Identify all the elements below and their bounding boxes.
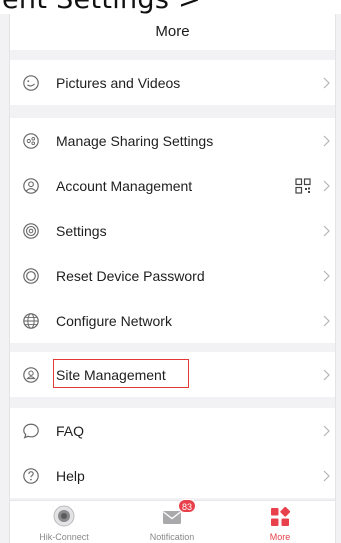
tab-label: Hik-Connect [39,532,89,542]
notification-count-badge: 83 [178,499,197,513]
reset-icon [23,267,39,284]
page-title: More [155,23,190,40]
chat-bubble-icon [23,423,39,439]
tab-more[interactable]: More [226,501,334,543]
smiley-icon [23,74,39,91]
menu-item-faq[interactable]: FAQ [10,408,335,453]
share-icon [23,132,39,149]
site-icon [23,366,39,383]
menu-label-settings: Settings [56,222,107,239]
menu-label-manage-sharing: Manage Sharing Settings [56,132,214,149]
chevron-right-icon [323,225,330,236]
menu-label-help: Help [56,467,85,484]
menu-label-configure-network: Configure Network [56,312,172,329]
menu-label-account-management: Account Management [56,177,193,194]
menu-label-pictures-videos: Pictures and Videos [56,74,181,91]
qr-code-icon[interactable] [295,177,311,194]
section-support: FAQ Help [10,408,335,498]
grid-icon [271,507,290,526]
section-site: Site Management [10,352,335,397]
menu-item-site-management[interactable]: Site Management [10,352,335,397]
menu-label-reset-password: Reset Device Password [56,267,205,284]
menu-item-reset-password[interactable]: Reset Device Password [10,253,335,298]
chevron-right-icon [323,77,330,88]
caption-text: ent Settings > [2,0,201,14]
app-screen: More Pictures and Videos Manage Sharing [9,14,336,543]
user-icon [23,177,39,194]
menu-label-faq: FAQ [56,422,85,439]
camera-icon [53,505,75,527]
chevron-right-icon [323,180,330,191]
chevron-right-icon [323,270,330,281]
chevron-right-icon [323,369,330,380]
tab-notification[interactable]: 83 Notification [118,499,226,543]
section-media: Pictures and Videos [10,60,335,105]
chevron-right-icon [323,470,330,481]
globe-icon [23,312,39,329]
highlight-annotation-box [53,359,189,388]
menu-item-account-management[interactable]: Account Management [10,163,335,208]
tab-label: More [269,532,291,542]
chevron-right-icon [323,425,330,436]
question-icon [23,467,39,484]
menu-item-settings[interactable]: Settings [10,208,335,253]
bottom-tab-bar: Hik-Connect 83 Notification More [10,499,335,543]
section-account: Manage Sharing Settings Account Manageme… [10,118,335,343]
caption-strip: ent Settings > [0,0,341,14]
page-header: More [10,14,335,50]
chevron-right-icon [323,135,330,146]
tab-label: Notification [149,532,195,542]
menu-item-configure-network[interactable]: Configure Network [10,298,335,343]
menu-item-help[interactable]: Help [10,453,335,498]
menu-item-pictures-videos[interactable]: Pictures and Videos [10,60,335,105]
chevron-right-icon [323,315,330,326]
tab-hik-connect[interactable]: Hik-Connect [10,501,118,543]
settings-icon [23,222,39,239]
menu-item-manage-sharing[interactable]: Manage Sharing Settings [10,118,335,163]
